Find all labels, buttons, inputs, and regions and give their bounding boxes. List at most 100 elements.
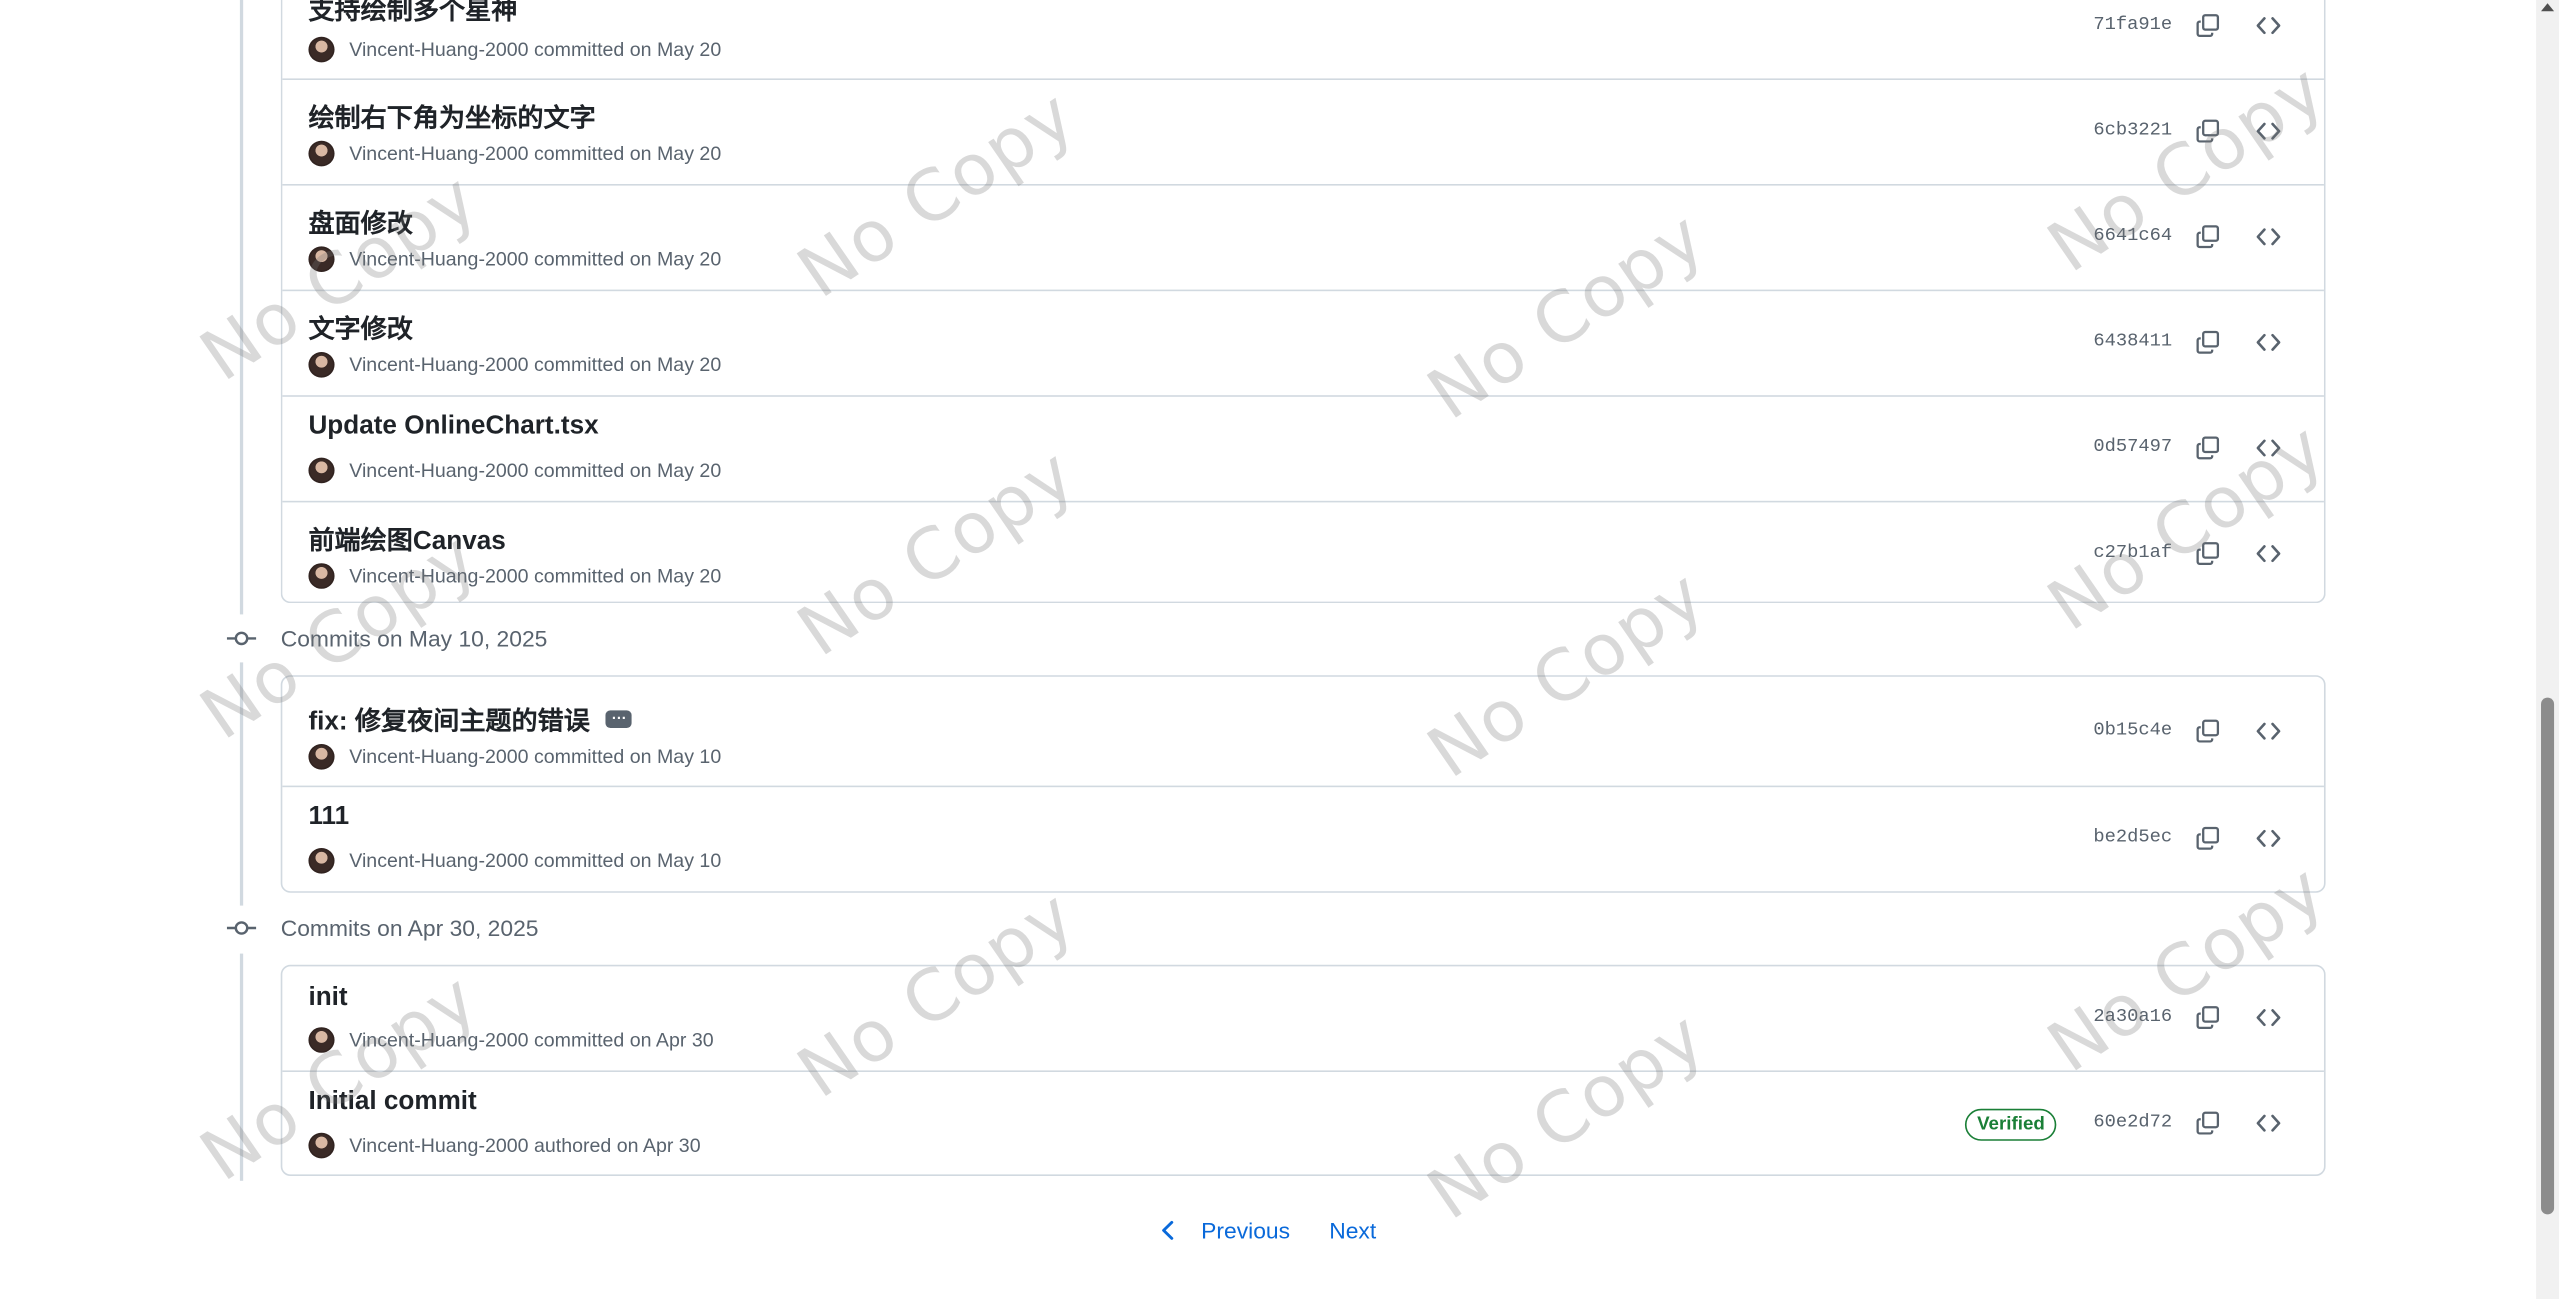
commit-date: committed on May 10	[533, 849, 722, 872]
commit-title[interactable]: Initial commit	[308, 1088, 476, 1117]
commit-row: 前端绘图Canvas Vincent-Huang-2000 committed …	[282, 502, 2324, 601]
commit-title[interactable]: 文字修改	[308, 307, 412, 345]
code-icon	[2256, 122, 2281, 140]
commit-title[interactable]: 111	[308, 803, 349, 832]
commit-sha[interactable]: 71fa91e	[2093, 14, 2172, 35]
code-icon	[2256, 17, 2281, 35]
pagination: Previous Next	[1159, 1217, 1376, 1244]
copy-sha-button[interactable]	[2190, 325, 2226, 360]
avatar[interactable]	[308, 36, 335, 63]
commit-author[interactable]: Vincent-Huang-2000	[349, 459, 528, 481]
copy-sha-button[interactable]	[2190, 430, 2226, 465]
commit-title[interactable]: 支持绘制多个星神	[308, 0, 517, 27]
commit-title[interactable]: fix: 修复夜间主题的错误	[308, 699, 589, 737]
commit-title[interactable]: 盘面修改	[308, 202, 412, 240]
next-page-button[interactable]: Next	[1329, 1218, 1376, 1244]
browse-repo-button[interactable]	[2251, 536, 2287, 571]
commit-author[interactable]: Vincent-Huang-2000	[349, 1029, 528, 1051]
commit-row: Update OnlineChart.tsx Vincent-Huang-200…	[282, 397, 2324, 503]
avatar[interactable]	[308, 352, 335, 378]
previous-page-button[interactable]: Previous	[1159, 1217, 1291, 1244]
avatar[interactable]	[308, 1027, 335, 1053]
copy-icon	[2196, 826, 2220, 850]
copy-icon	[2196, 330, 2220, 354]
commit-date: committed on May 20	[533, 248, 722, 271]
commit-sha[interactable]: be2d5ec	[2093, 827, 2172, 848]
copy-sha-button[interactable]	[2190, 1000, 2226, 1035]
copy-sha-button[interactable]	[2190, 219, 2226, 254]
avatar[interactable]	[308, 744, 335, 770]
verified-badge[interactable]: Verified	[1965, 1108, 2057, 1141]
commit-row: init Vincent-Huang-2000 committed on Apr…	[282, 966, 2324, 1072]
scrollbar-thumb[interactable]	[2541, 697, 2555, 1215]
commit-sha[interactable]: 60e2d72	[2093, 1112, 2172, 1133]
commit-author[interactable]: Vincent-Huang-2000	[349, 746, 528, 768]
commit-title[interactable]: init	[308, 984, 347, 1013]
commit-author[interactable]: Vincent-Huang-2000	[349, 565, 528, 587]
commit-date: committed on May 20	[533, 142, 722, 165]
commit-date: committed on May 20	[533, 459, 722, 482]
avatar[interactable]	[308, 563, 335, 589]
avatar[interactable]	[308, 457, 335, 484]
timeline-line	[239, 662, 244, 906]
commit-group-date: Commits on Apr 30, 2025	[280, 915, 539, 941]
commit-author[interactable]: Vincent-Huang-2000	[349, 142, 528, 164]
copy-icon	[2196, 542, 2220, 565]
copy-sha-button[interactable]	[2190, 8, 2226, 43]
commit-row: 绘制右下角为坐标的文字 Vincent-Huang-2000 committed…	[282, 80, 2324, 186]
commit-title[interactable]: 绘制右下角为坐标的文字	[308, 96, 595, 134]
browse-repo-button[interactable]	[2251, 430, 2287, 465]
code-icon	[2256, 1009, 2281, 1027]
git-commit-icon	[225, 912, 258, 944]
commit-date: authored on Apr 30	[533, 1134, 701, 1157]
commit-title[interactable]: Update OnlineChart.tsx	[308, 413, 598, 442]
git-commit-icon	[225, 622, 258, 655]
commit-row: 支持绘制多个星神 Vincent-Huang-2000 committed on…	[282, 0, 2324, 80]
browse-repo-button[interactable]	[2251, 8, 2287, 43]
commit-row: Initial commit Vincent-Huang-2000 author…	[282, 1072, 2324, 1174]
code-icon	[2256, 333, 2281, 351]
commit-sha[interactable]: c27b1af	[2093, 542, 2172, 563]
commit-author[interactable]: Vincent-Huang-2000	[349, 1134, 528, 1156]
commit-sha[interactable]: 0d57497	[2093, 437, 2172, 458]
code-icon	[2256, 545, 2281, 563]
copy-icon	[2196, 1111, 2220, 1135]
commit-sha[interactable]: 6cb3221	[2093, 120, 2172, 141]
browse-repo-button[interactable]	[2251, 1106, 2287, 1141]
browse-repo-button[interactable]	[2251, 821, 2287, 856]
commit-author[interactable]: Vincent-Huang-2000	[349, 354, 528, 376]
commit-author[interactable]: Vincent-Huang-2000	[349, 850, 528, 872]
commit-date: committed on May 20	[533, 564, 722, 588]
commit-sha[interactable]: 6438411	[2093, 331, 2172, 352]
commit-row: 文字修改 Vincent-Huang-2000 committed on May…	[282, 291, 2324, 397]
code-icon	[2256, 228, 2281, 246]
copy-sha-button[interactable]	[2190, 821, 2226, 856]
commit-sha[interactable]: 0b15c4e	[2093, 720, 2172, 741]
browse-repo-button[interactable]	[2251, 219, 2287, 254]
copy-icon	[2196, 225, 2220, 249]
commit-row: 盘面修改 Vincent-Huang-2000 committed on May…	[282, 186, 2324, 292]
browse-repo-button[interactable]	[2251, 114, 2287, 149]
expand-message-button[interactable]: ···	[606, 709, 633, 728]
avatar[interactable]	[308, 1132, 335, 1159]
avatar[interactable]	[308, 140, 335, 167]
avatar[interactable]	[308, 848, 335, 874]
commit-date: committed on May 20	[533, 353, 722, 376]
copy-sha-button[interactable]	[2190, 714, 2226, 749]
avatar[interactable]	[308, 246, 335, 272]
scroll-up-arrow-icon[interactable]	[2541, 3, 2555, 12]
copy-sha-button[interactable]	[2190, 536, 2226, 571]
copy-sha-button[interactable]	[2190, 114, 2226, 149]
browse-repo-button[interactable]	[2251, 325, 2287, 360]
commit-title[interactable]: 前端绘图Canvas	[308, 518, 505, 556]
commit-sha[interactable]: 2a30a16	[2093, 1006, 2172, 1027]
previous-page-label: Previous	[1201, 1217, 1291, 1244]
browse-repo-button[interactable]	[2251, 714, 2287, 749]
copy-sha-button[interactable]	[2190, 1106, 2226, 1141]
commit-author[interactable]: Vincent-Huang-2000	[349, 38, 528, 60]
chevron-left-icon	[1162, 1220, 1174, 1240]
commit-author[interactable]: Vincent-Huang-2000	[349, 248, 528, 270]
browse-repo-button[interactable]	[2251, 1000, 2287, 1035]
commit-sha[interactable]: 6641c64	[2093, 226, 2172, 247]
commit-date: committed on May 10	[533, 745, 722, 768]
